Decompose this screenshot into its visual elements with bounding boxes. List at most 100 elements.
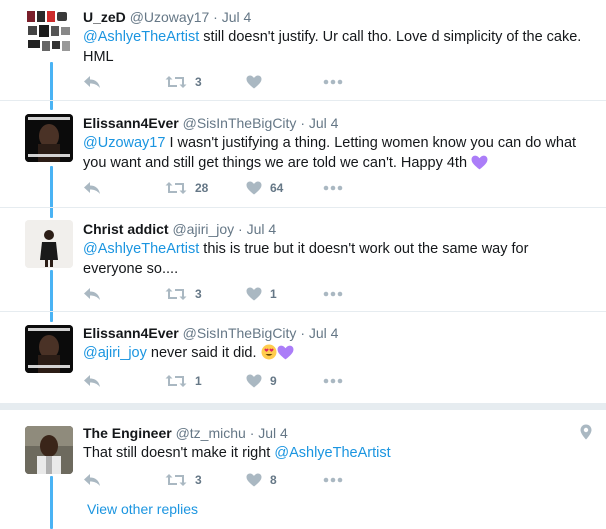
- thread-line: [50, 270, 53, 322]
- thread-line: [50, 476, 53, 529]
- tweet-header: U_zeD @Uzoway17 · Jul 4: [83, 8, 588, 26]
- more-icon: [323, 477, 343, 483]
- avatar-image: [25, 426, 73, 474]
- timestamp[interactable]: Jul 4: [258, 425, 288, 441]
- display-name[interactable]: Elissann4Ever: [83, 325, 179, 341]
- reply-icon: [84, 288, 100, 300]
- tweet-divider: [0, 311, 606, 312]
- like-count: 1: [270, 287, 277, 301]
- mention-link[interactable]: @ajiri_joy: [83, 345, 147, 361]
- user-handle[interactable]: @Uzoway17: [130, 9, 210, 25]
- more-button[interactable]: [323, 79, 343, 85]
- tweet-text: @Uzoway17 I wasn't justifying a thing. L…: [83, 133, 588, 173]
- retweet-button[interactable]: 3: [165, 75, 202, 89]
- retweet-icon: [165, 375, 187, 387]
- more-icon: [323, 79, 343, 85]
- more-icon: [323, 185, 343, 191]
- timestamp[interactable]: Jul 4: [247, 221, 277, 237]
- reply-icon: [84, 76, 100, 88]
- reply-button[interactable]: [83, 473, 101, 487]
- avatar[interactable]: [25, 426, 73, 474]
- retweet-icon: [165, 182, 187, 194]
- display-name[interactable]: Elissann4Ever: [83, 115, 179, 131]
- retweet-count: 28: [195, 181, 209, 195]
- retweet-count: 3: [195, 75, 202, 89]
- tweet-actions: 3: [83, 72, 583, 92]
- separator-dot: ·: [213, 9, 218, 25]
- mention-link[interactable]: @Uzoway17: [83, 135, 165, 151]
- reply-button[interactable]: [83, 181, 101, 195]
- conversation-thread: U_zeD @Uzoway17 · Jul 4 @AshlyeTheArtist…: [0, 0, 606, 529]
- avatar-image: [25, 114, 73, 162]
- tweet-actions: 28 64: [83, 178, 583, 198]
- reply-button[interactable]: [83, 75, 101, 89]
- user-handle[interactable]: @ajiri_joy: [172, 221, 234, 237]
- avatar-image: [25, 325, 73, 373]
- like-button[interactable]: [246, 75, 270, 89]
- like-button[interactable]: 1: [246, 287, 277, 301]
- separator-dot: ·: [238, 221, 243, 237]
- user-handle[interactable]: @tz_michu: [176, 425, 246, 441]
- reply-button[interactable]: [83, 287, 101, 301]
- mention-link[interactable]: @AshlyeTheArtist: [274, 445, 390, 461]
- separator-dot: ·: [300, 325, 305, 341]
- avatar[interactable]: [25, 8, 73, 56]
- user-handle[interactable]: @SisInTheBigCity: [183, 325, 297, 341]
- display-name[interactable]: U_zeD: [83, 9, 126, 25]
- timestamp[interactable]: Jul 4: [309, 325, 339, 341]
- more-button[interactable]: [323, 291, 343, 297]
- more-icon: [323, 378, 343, 384]
- display-name[interactable]: Christ addict: [83, 221, 169, 237]
- tweet-text: @AshlyeTheArtist this is true but it doe…: [83, 239, 588, 279]
- tweet-actions: 3 1: [83, 284, 583, 304]
- retweet-button[interactable]: 3: [165, 287, 202, 301]
- purple-heart-emoji-icon: [471, 155, 488, 170]
- view-other-replies-link[interactable]: View other replies: [87, 501, 198, 517]
- heart-icon: [246, 374, 262, 388]
- like-count: 8: [270, 473, 277, 487]
- more-button[interactable]: [323, 477, 343, 483]
- tweet-header: Christ addict @ajiri_joy · Jul 4: [83, 220, 588, 238]
- reply-icon: [84, 375, 100, 387]
- like-button[interactable]: 64: [246, 181, 283, 195]
- reply-button[interactable]: [83, 374, 101, 388]
- like-button[interactable]: 9: [246, 374, 277, 388]
- tweet-actions: 3 8: [83, 470, 583, 490]
- avatar-image: [25, 220, 73, 268]
- tweet-text: @ajiri_joy never said it did.: [83, 343, 588, 363]
- like-button[interactable]: 8: [246, 473, 277, 487]
- retweet-count: 3: [195, 473, 202, 487]
- reply-icon: [84, 182, 100, 194]
- retweet-icon: [165, 76, 187, 88]
- like-count: 9: [270, 374, 277, 388]
- display-name[interactable]: The Engineer: [83, 425, 172, 441]
- mention-link[interactable]: @AshlyeTheArtist: [83, 29, 199, 45]
- avatar[interactable]: [25, 325, 73, 373]
- tweet-text-content: never said it did.: [146, 345, 257, 361]
- more-button[interactable]: [323, 378, 343, 384]
- avatar-image: [25, 8, 73, 56]
- retweet-button[interactable]: 3: [165, 473, 202, 487]
- reply-icon: [84, 474, 100, 486]
- timestamp[interactable]: Jul 4: [309, 115, 339, 131]
- thread-line: [50, 62, 53, 110]
- tweet-text-content: That still doesn't make it right: [83, 445, 275, 461]
- mention-link[interactable]: @AshlyeTheArtist: [83, 241, 199, 257]
- timestamp[interactable]: Jul 4: [222, 9, 252, 25]
- user-handle[interactable]: @SisInTheBigCity: [183, 115, 297, 131]
- tweet-header: Elissann4Ever @SisInTheBigCity · Jul 4: [83, 324, 588, 342]
- like-count: 64: [270, 181, 284, 195]
- avatar[interactable]: [25, 114, 73, 162]
- retweet-count: 1: [195, 374, 202, 388]
- retweet-button[interactable]: 1: [165, 374, 202, 388]
- more-button[interactable]: [323, 185, 343, 191]
- thread-line: [50, 166, 53, 218]
- retweet-button[interactable]: 28: [165, 181, 208, 195]
- location-pin-icon[interactable]: [580, 424, 592, 440]
- tweet-actions: 1 9: [83, 371, 583, 391]
- separator-dot: ·: [249, 425, 255, 441]
- avatar[interactable]: [25, 220, 73, 268]
- heart-icon: [246, 473, 262, 487]
- retweet-icon: [165, 288, 187, 300]
- tweet-header: The Engineer @tz_michu · Jul 4: [83, 424, 588, 442]
